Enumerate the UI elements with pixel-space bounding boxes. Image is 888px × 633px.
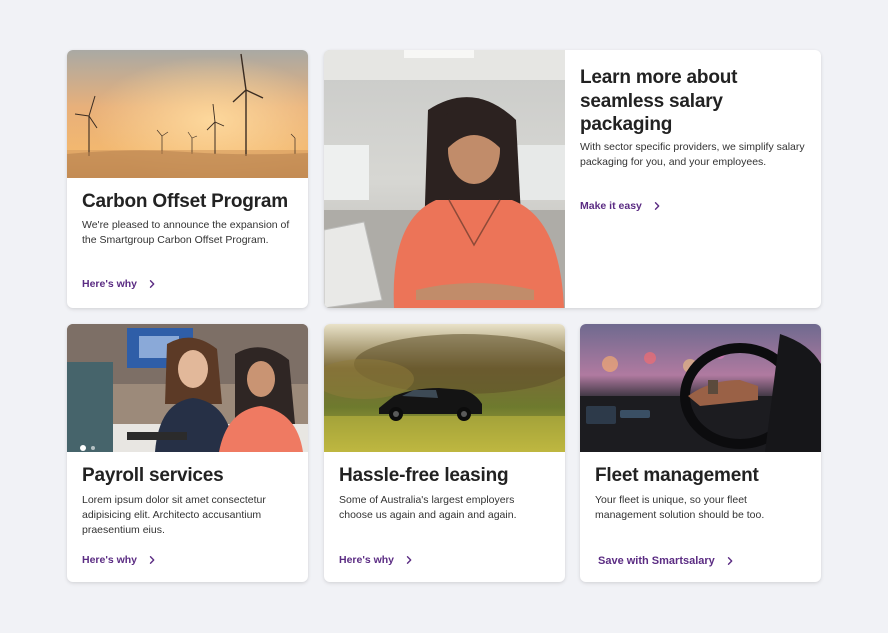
chevron-right-icon [652, 201, 662, 211]
card-description: Your fleet is unique, so your fleet mana… [595, 494, 765, 521]
card-description: We're pleased to announce the expansion … [82, 219, 290, 246]
card-description: Some of Australia's largest employers ch… [339, 494, 517, 521]
card-payroll-services: Payroll services Lorem ipsum dolor sit a… [67, 324, 308, 582]
link-label: Here's why [82, 278, 138, 290]
card-title: Hassle-free leasing [339, 465, 509, 486]
chevron-right-icon [147, 279, 157, 289]
heres-why-link[interactable]: Here's why [339, 554, 414, 566]
heres-why-link[interactable]: Here's why [82, 554, 157, 566]
card-description: Lorem ipsum dolor sit amet consectetur a… [82, 494, 266, 536]
card-fleet-management: Fleet management Your fleet is unique, s… [580, 324, 821, 582]
save-with-smartsalary-link[interactable]: Save with Smartsalary [598, 555, 735, 567]
steering-wheel-image [580, 324, 821, 452]
link-label: Make it easy [580, 200, 642, 212]
card-title: Payroll services [82, 465, 224, 486]
link-label: Save with Smartsalary [598, 555, 715, 567]
card-title: Carbon Offset Program [82, 191, 288, 212]
card-title: Learn more about seamless salary packagi… [580, 67, 738, 135]
woman-office-image [324, 50, 565, 308]
card-salary-packaging: Learn more about seamless salary packagi… [324, 50, 821, 308]
wind-turbines-image [67, 50, 308, 178]
chevron-right-icon [147, 555, 157, 565]
card-carbon-offset: Carbon Offset Program We're pleased to a… [67, 50, 308, 308]
heres-why-link[interactable]: Here's why [82, 278, 157, 290]
card-description: With sector specific providers, we simpl… [580, 141, 805, 168]
make-it-easy-link[interactable]: Make it easy [580, 200, 662, 212]
card-hassle-free-leasing: Hassle-free leasing Some of Australia's … [324, 324, 565, 582]
link-label: Here's why [82, 554, 138, 566]
chevron-right-icon [404, 555, 414, 565]
payroll-office-image [67, 324, 308, 452]
car-driving-image [324, 324, 565, 452]
link-label: Here's why [339, 554, 395, 566]
chevron-right-icon [725, 556, 735, 566]
card-title: Fleet management [595, 465, 759, 486]
